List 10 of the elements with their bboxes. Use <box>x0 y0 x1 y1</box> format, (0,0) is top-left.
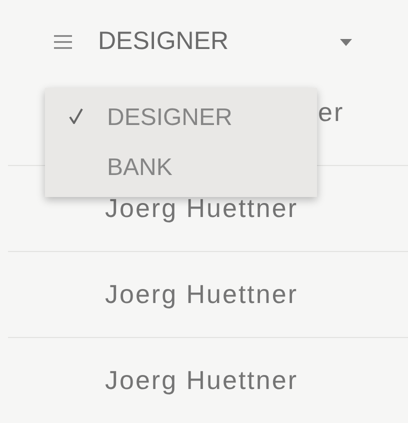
menu-icon <box>54 35 72 49</box>
person-name: Joerg Huettner <box>105 192 298 225</box>
check-icon <box>69 108 83 124</box>
menu-item[interactable]: BANK <box>45 142 317 192</box>
caret-icon <box>340 38 352 46</box>
role-dropdown[interactable]: DESIGNER <box>54 23 352 61</box>
menu-item[interactable]: DESIGNER <box>45 92 317 142</box>
person-name: Joerg Huettner <box>105 278 298 311</box>
person-name: er <box>318 96 344 129</box>
person-name: Joerg Huettner <box>105 364 298 397</box>
